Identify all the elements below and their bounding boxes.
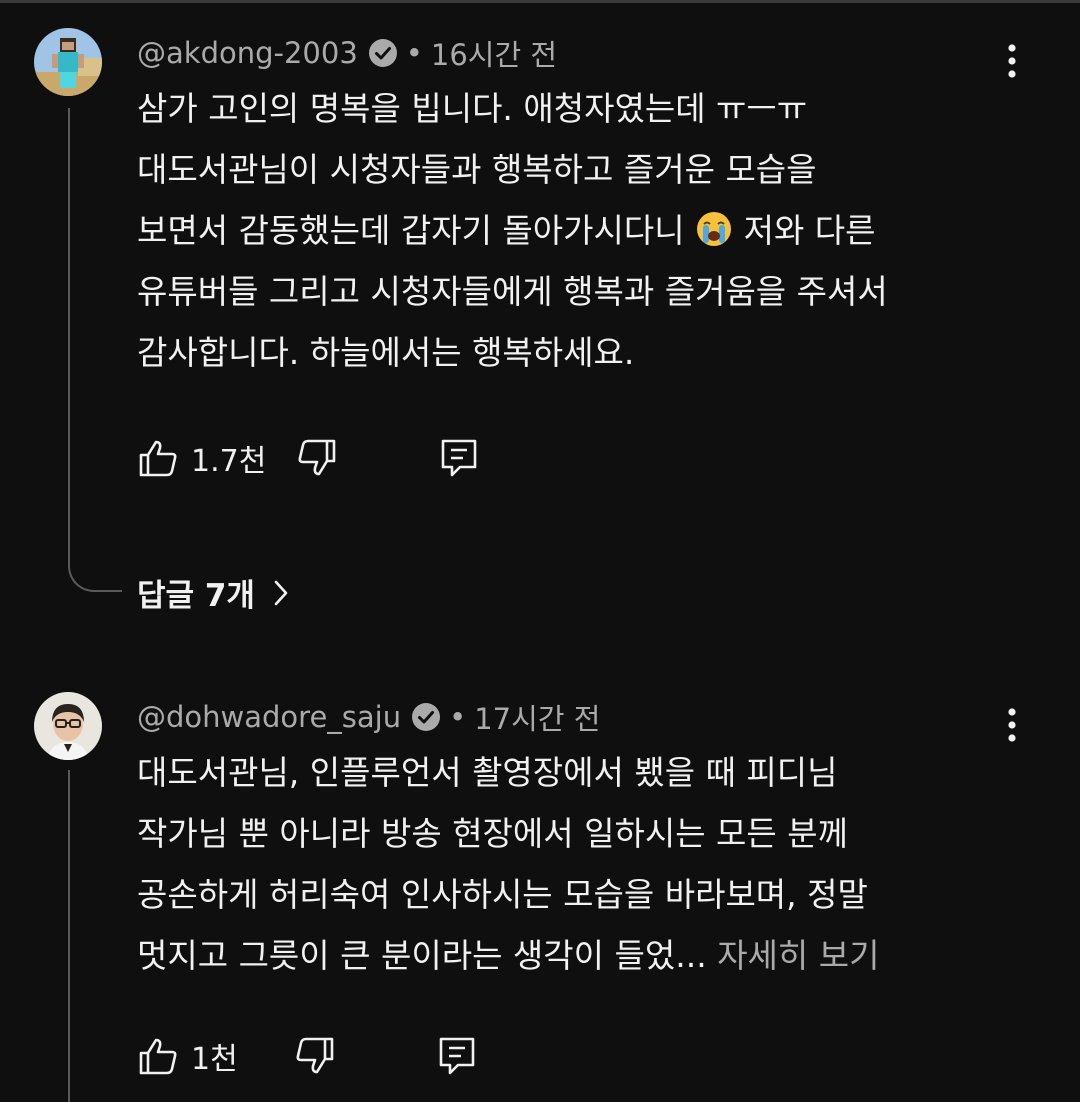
like-count: 1천 [191, 1042, 238, 1077]
timestamp[interactable]: 16시간 전 [431, 32, 557, 74]
verified-icon [411, 702, 441, 732]
comment-line: 감사합니다. 하늘에서는 행복하세요. [137, 333, 635, 372]
crying-face-emoji [695, 206, 733, 246]
avatar[interactable] [34, 692, 102, 760]
read-more-link[interactable]: 자세히 보기 [717, 936, 879, 975]
comment-actions: 1.7천 [137, 436, 480, 480]
like-icon[interactable] [137, 437, 179, 479]
separator-dot: • [449, 700, 467, 734]
dislike-icon[interactable] [294, 1035, 336, 1077]
thread-elbow [68, 540, 122, 592]
dislike-icon[interactable] [296, 437, 338, 479]
comment-line-text: 저와 다른 [743, 211, 876, 250]
separator-dot: • [405, 36, 423, 70]
comment-line: 삼가 고인의 명복을 빕니다. 애청자였는데 ㅠㅡㅠ [137, 89, 808, 128]
chevron-right-icon [274, 580, 288, 605]
view-replies-button[interactable]: 답글 7개 [137, 570, 289, 615]
comment-header: @akdong-2003 • 16시간 전 [137, 32, 557, 74]
like-count: 1.7천 [191, 444, 267, 479]
replies-label: 답글 7개 [137, 578, 255, 614]
comment-line-text: 멋지고 그릇이 큰 분이라는 생각이 들었... [137, 936, 707, 975]
comment-line: 유튜버들 그리고 시청자들에게 행복과 즐거움을 주셔서 [137, 272, 888, 311]
timestamp[interactable]: 17시간 전 [474, 696, 600, 738]
thread-line [68, 770, 70, 1102]
comment-line: 멋지고 그릇이 큰 분이라는 생각이 들었... 자세히 보기 [137, 925, 1037, 986]
comment-line: 공손하게 허리숙여 인사하시는 모습을 바라보며, 정말 [137, 875, 868, 914]
comment-line-text: 보면서 감동했는데 갑자기 돌아가시다니 [137, 211, 685, 250]
verified-icon [368, 38, 398, 68]
comment-actions: 1천 [137, 1034, 478, 1078]
thread-line [68, 108, 70, 542]
top-divider [0, 0, 1080, 3]
author-name[interactable]: @akdong-2003 [137, 36, 358, 70]
comment-line: 대도서관님, 인플루언서 촬영장에서 뵀을 때 피디님 [137, 753, 838, 792]
comment-line: 보면서 감동했는데 갑자기 돌아가시다니 저와 다른 [137, 200, 1037, 261]
comment-text: 대도서관님, 인플루언서 촬영장에서 뵀을 때 피디님 작가님 뿐 아니라 방송… [137, 742, 1037, 986]
comment-text: 삼가 고인의 명복을 빕니다. 애청자였는데 ㅠㅡㅠ 대도서관님이 시청자들과 … [137, 78, 1037, 383]
more-vert-icon[interactable] [996, 706, 1028, 746]
more-vert-icon[interactable] [996, 42, 1028, 82]
reply-icon[interactable] [438, 437, 480, 479]
comment-line: 대도서관님이 시청자들과 행복하고 즐거운 모습을 [137, 150, 817, 189]
like-icon[interactable] [137, 1035, 179, 1077]
reply-icon[interactable] [436, 1035, 478, 1077]
comment-header: @dohwadore_saju • 17시간 전 [137, 696, 600, 738]
comment-line: 작가님 뿐 아니라 방송 현장에서 일하시는 모든 분께 [137, 814, 848, 853]
author-name[interactable]: @dohwadore_saju [137, 700, 401, 734]
avatar[interactable] [34, 28, 102, 96]
